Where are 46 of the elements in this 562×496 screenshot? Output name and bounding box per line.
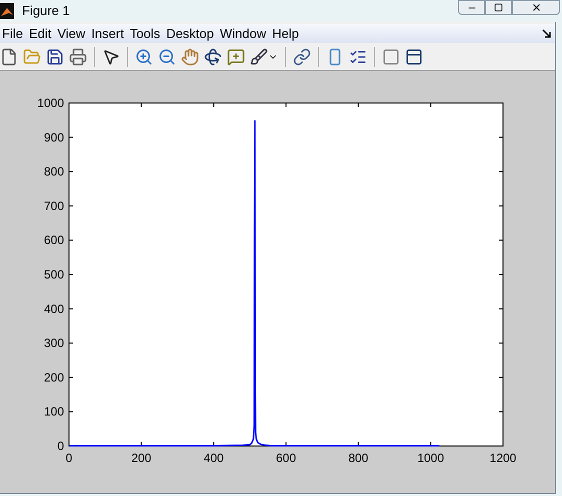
tick-label: 700 [44,198,64,213]
brush-icon[interactable] [250,48,268,66]
zoom-in-icon[interactable] [135,48,153,66]
rotate-icon[interactable] [204,48,222,66]
window-title: Figure 1 [22,2,70,20]
tick-label: 600 [44,233,64,248]
dock-arrow-icon[interactable] [542,29,551,38]
print-icon[interactable] [69,48,87,66]
pointer-icon[interactable] [102,48,120,66]
link-icon[interactable] [293,48,311,66]
tick-label: 400 [204,451,224,465]
tick-label: 0 [57,439,64,453]
new-file-icon[interactable] [0,48,18,66]
maximize-icon [494,3,503,12]
tick-label: 800 [44,164,64,179]
hand-icon[interactable] [181,48,199,66]
tick-label: 800 [348,451,368,465]
tick-label: 400 [44,302,64,316]
menu-item[interactable]: View [55,24,88,44]
square-icon[interactable] [382,48,400,66]
zoom-out-icon[interactable] [158,48,176,66]
tick-label: 300 [44,336,64,350]
tick-label: 1200 [490,451,516,465]
tick-label: 600 [276,451,296,465]
menu-item[interactable]: Help [270,24,301,44]
tick-label: 900 [44,130,64,144]
close-button[interactable] [512,0,560,15]
menu-item[interactable]: Desktop [164,24,216,44]
panel-icon[interactable] [405,48,423,66]
maximize-button[interactable] [485,0,512,15]
menu-item[interactable]: File [0,24,25,44]
save-icon[interactable] [46,48,64,66]
menu-item[interactable]: Tools [128,24,162,44]
close-icon [530,2,542,13]
tick-label: 200 [131,451,152,465]
tick-label: 0 [66,451,72,465]
menu-item[interactable]: Window [218,24,268,44]
menu-item[interactable]: Insert [89,24,126,44]
tick-label: 500 [44,268,64,282]
tick-label: 1000 [37,96,64,110]
menu-item[interactable]: Edit [26,24,54,44]
app-logo-icon [0,3,14,19]
tick-label: 1000 [417,451,444,465]
tick-label: 200 [44,370,64,384]
tick-label: 100 [44,404,64,419]
data-cursor-icon[interactable] [227,48,245,66]
